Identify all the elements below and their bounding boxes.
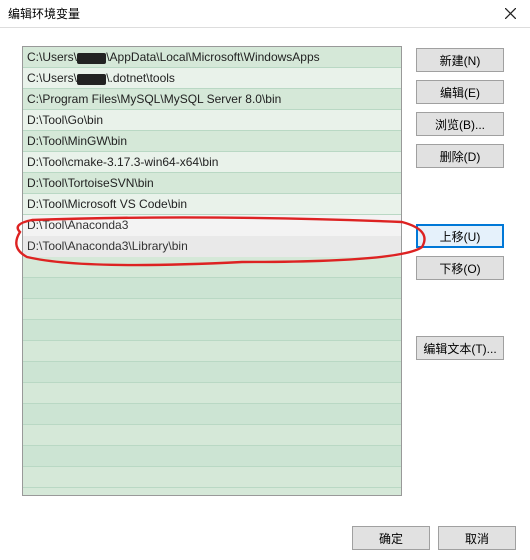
- delete-button[interactable]: 删除(D): [416, 144, 504, 168]
- list-item: [23, 383, 401, 404]
- titlebar: 编辑环境变量: [0, 0, 530, 28]
- list-item: [23, 362, 401, 383]
- list-item[interactable]: D:\Tool\cmake-3.17.3-win64-x64\bin: [23, 152, 401, 173]
- list-item[interactable]: C:\Users\=====\.dotnet\tools: [23, 68, 401, 89]
- spacer: [416, 288, 504, 328]
- list-item: [23, 467, 401, 488]
- list-item[interactable]: D:\Tool\Microsoft VS Code\bin: [23, 194, 401, 215]
- edit-button[interactable]: 编辑(E): [416, 80, 504, 104]
- content-area: C:\Users\=====\AppData\Local\Microsoft\W…: [0, 28, 530, 506]
- footer: 确定 取消: [352, 526, 516, 550]
- list-item[interactable]: C:\Users\=====\AppData\Local\Microsoft\W…: [23, 47, 401, 68]
- moveup-button[interactable]: 上移(U): [416, 224, 504, 248]
- edittext-button[interactable]: 编辑文本(T)...: [416, 336, 504, 360]
- cancel-button[interactable]: 取消: [438, 526, 516, 550]
- list-item[interactable]: D:\Tool\Anaconda3: [23, 215, 401, 236]
- browse-button[interactable]: 浏览(B)...: [416, 112, 504, 136]
- close-icon: [505, 8, 516, 19]
- path-list[interactable]: C:\Users\=====\AppData\Local\Microsoft\W…: [22, 46, 402, 496]
- list-item: [23, 404, 401, 425]
- list-item[interactable]: D:\Tool\Anaconda3\Library\bin: [23, 236, 401, 257]
- list-item: [23, 257, 401, 278]
- list-item[interactable]: D:\Tool\Go\bin: [23, 110, 401, 131]
- close-button[interactable]: [490, 0, 530, 28]
- list-item: [23, 278, 401, 299]
- movedown-button[interactable]: 下移(O): [416, 256, 504, 280]
- list-item: [23, 425, 401, 446]
- list-item[interactable]: D:\Tool\TortoiseSVN\bin: [23, 173, 401, 194]
- ok-button[interactable]: 确定: [352, 526, 430, 550]
- list-item[interactable]: D:\Tool\MinGW\bin: [23, 131, 401, 152]
- list-item: [23, 320, 401, 341]
- window-title: 编辑环境变量: [8, 5, 80, 22]
- list-item: [23, 341, 401, 362]
- list-item: [23, 446, 401, 467]
- spacer: [416, 176, 504, 216]
- list-item[interactable]: C:\Program Files\MySQL\MySQL Server 8.0\…: [23, 89, 401, 110]
- new-button[interactable]: 新建(N): [416, 48, 504, 72]
- button-column: 新建(N) 编辑(E) 浏览(B)... 删除(D) 上移(U) 下移(O) 编…: [416, 46, 504, 496]
- list-item: [23, 299, 401, 320]
